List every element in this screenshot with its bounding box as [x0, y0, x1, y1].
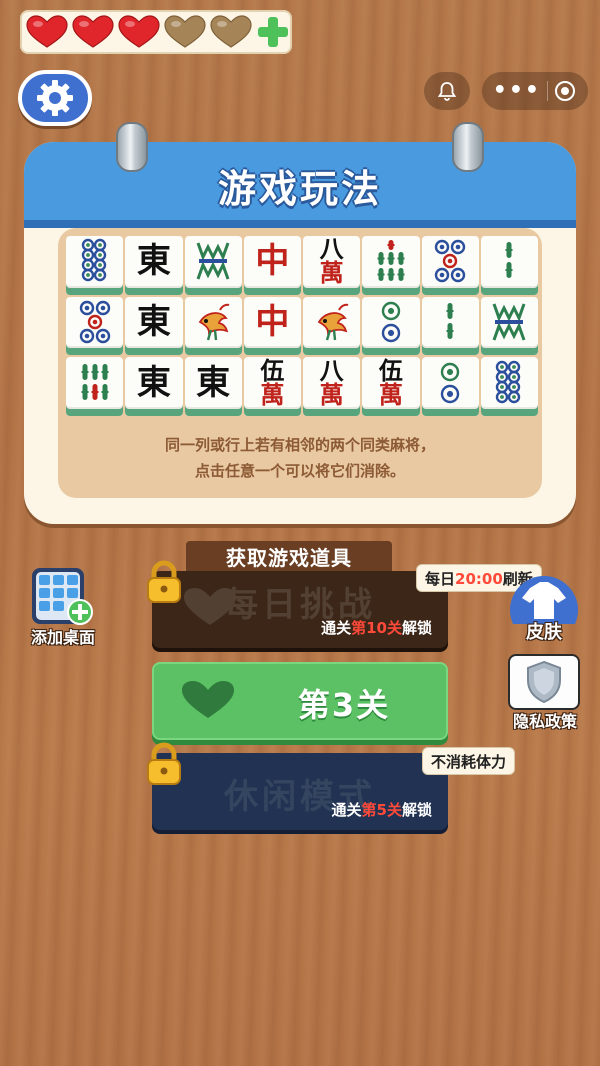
mahjong-tile: [421, 296, 479, 356]
heart-icon: [118, 15, 160, 48]
heart-icon: [26, 15, 68, 48]
daily-challenge-button[interactable]: 每日挑战 通关第10关解锁: [152, 571, 448, 648]
heart-icon: [182, 681, 234, 718]
rules-description-line-2: 点击任意一个可以将它们消除。: [194, 462, 405, 480]
privacy-policy-button[interactable]: 隐私政策: [500, 654, 590, 731]
skin-label: 皮肤: [526, 622, 562, 643]
heart-icon: [210, 15, 252, 48]
more-icon[interactable]: •••: [493, 80, 541, 102]
mahjong-tile: [184, 236, 242, 295]
lock-icon: [147, 560, 181, 603]
add-desktop-label: 添加桌面: [30, 628, 95, 647]
mahjong-tile: 東: [184, 357, 242, 416]
bell-icon: [437, 82, 457, 101]
section-label: 获取游戏道具: [186, 541, 392, 575]
lock-icon: [147, 742, 181, 785]
start-level-button[interactable]: 第3关: [152, 662, 448, 740]
no-stamina-tag: 不消耗体力: [422, 747, 516, 775]
target-icon[interactable]: [553, 79, 577, 103]
mahjong-tile: [303, 296, 361, 356]
mahjong-tile: [184, 296, 242, 356]
plus-icon[interactable]: [256, 15, 290, 49]
casual-unlock-text: 通关第5关解锁: [331, 801, 432, 819]
daily-unlock-text: 通关第10关解锁: [321, 619, 432, 637]
mahjong-tile: [480, 296, 538, 356]
menu-capsule: •••: [482, 72, 588, 110]
rules-description: 同一列或行上若有相邻的两个同类麻将， 点击任意一个可以将它们消除。: [58, 432, 542, 484]
casual-mode-button[interactable]: 休闲模式 通关第5关解锁: [152, 753, 448, 830]
add-desktop-button[interactable]: 添加桌面: [18, 566, 108, 647]
mahjong-tile: [362, 296, 420, 356]
mahjong-tile: 東: [125, 296, 183, 356]
rules-title: 游戏玩法: [217, 167, 382, 211]
shirt-icon: [510, 576, 578, 624]
mahjong-tile: [421, 357, 479, 416]
mahjong-tile: 伍萬: [362, 357, 420, 416]
mahjong-tile: [480, 236, 538, 295]
phone-grid-icon: [32, 568, 93, 625]
heart-icon: [72, 15, 114, 48]
lives-bar: [20, 10, 292, 54]
skin-button[interactable]: 皮肤: [504, 574, 584, 643]
mahjong-tile: [66, 236, 124, 295]
mahjong-tile: 八萬: [303, 236, 361, 295]
privacy-policy-label: 隐私政策: [512, 712, 577, 731]
mahjong-tile: 八萬: [303, 357, 361, 416]
tile-grid: 東中八萬東中東東伍萬八萬伍萬: [66, 236, 538, 416]
mahjong-tile: 中: [243, 236, 301, 295]
heart-icon: [164, 15, 206, 48]
rules-description-line-1: 同一列或行上若有相邻的两个同类麻将，: [164, 436, 435, 454]
mahjong-tile: 中: [243, 296, 301, 356]
mahjong-tile: [421, 236, 479, 295]
mahjong-tile: 東: [125, 236, 183, 295]
mahjong-tile: [66, 357, 124, 416]
capsule-divider: [546, 81, 548, 101]
mahjong-tile: [480, 357, 538, 416]
mahjong-tile: [66, 296, 124, 356]
mahjong-tile: 東: [125, 357, 183, 416]
shield-icon: [527, 660, 561, 704]
gear-icon: [37, 80, 73, 116]
mahjong-tile: [362, 236, 420, 295]
level-label: 第3关: [297, 686, 391, 724]
settings-button[interactable]: [18, 70, 92, 126]
mahjong-tile: 伍萬: [243, 357, 301, 416]
notification-button[interactable]: [424, 72, 470, 110]
